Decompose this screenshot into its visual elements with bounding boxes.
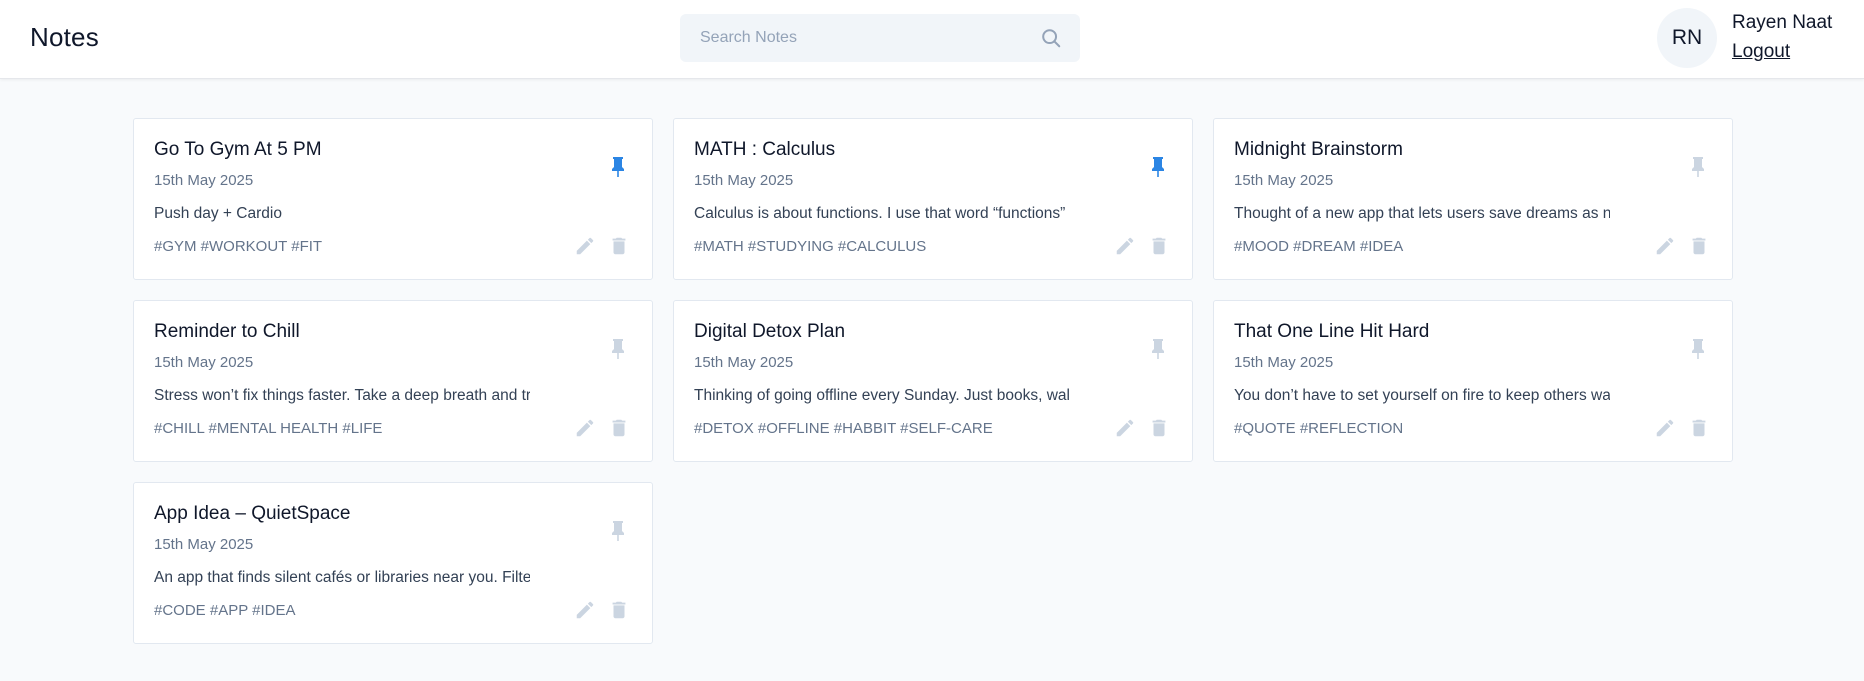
note-card[interactable]: MATH : Calculus 15th May 2025 Calculus is …	[673, 118, 1193, 280]
note-card[interactable]: Digital Detox Plan 15th May 2025 Thinking …	[673, 300, 1193, 462]
edit-icon[interactable]	[1114, 235, 1136, 257]
edit-icon[interactable]	[1654, 235, 1676, 257]
note-tags: #CODE #APP #IDEA	[154, 602, 296, 619]
note-content: Push day + Cardio	[154, 205, 282, 222]
pin-icon[interactable]	[1686, 337, 1710, 361]
note-content: Calculus is about functions. I use that …	[694, 205, 1070, 222]
note-tags: #MOOD #DREAM #IDEA	[1234, 238, 1404, 255]
note-date: 15th May 2025	[1234, 172, 1334, 189]
note-date: 15th May 2025	[1234, 354, 1334, 371]
top-navbar: Notes RN Rayen Naat Logout	[0, 0, 1864, 79]
note-tags: #DETOX #OFFLINE #HABBIT #SELF-CARE	[694, 420, 993, 437]
logout-link[interactable]: Logout	[1732, 41, 1790, 63]
user-name: Rayen Naat	[1732, 12, 1833, 33]
note-tags: #GYM #WORKOUT #FIT	[154, 238, 323, 255]
edit-icon[interactable]	[574, 599, 596, 621]
note-title: That One Line Hit Hard	[1234, 321, 1430, 342]
trash-icon[interactable]	[1688, 235, 1710, 257]
note-card[interactable]: Midnight Brainstorm 15th May 2025 Thought …	[1213, 118, 1733, 280]
note-date: 15th May 2025	[694, 354, 794, 371]
search-bar	[680, 14, 1080, 62]
edit-icon[interactable]	[1114, 417, 1136, 439]
note-title: Reminder to Chill	[154, 321, 300, 342]
pin-icon[interactable]	[606, 155, 630, 179]
trash-icon[interactable]	[1148, 417, 1170, 439]
pin-icon[interactable]	[1686, 155, 1710, 179]
note-title: Midnight Brainstorm	[1234, 139, 1403, 160]
note-date: 15th May 2025	[154, 354, 254, 371]
note-date: 15th May 2025	[694, 172, 794, 189]
note-title: MATH : Calculus	[694, 139, 836, 160]
trash-icon[interactable]	[1688, 417, 1710, 439]
note-card[interactable]: Reminder to Chill 15th May 2025 Stress won…	[133, 300, 653, 462]
note-date: 15th May 2025	[154, 172, 254, 189]
avatar[interactable]: RN	[1657, 8, 1717, 68]
note-date: 15th May 2025	[154, 536, 254, 553]
note-tags: #MATH #STUDYING #CALCULUS	[694, 238, 927, 255]
note-tags: #QUOTE #REFLECTION	[1234, 420, 1404, 437]
note-title: App Idea – QuietSpace	[154, 503, 351, 524]
pin-icon[interactable]	[1146, 337, 1170, 361]
pin-icon[interactable]	[1146, 155, 1170, 179]
pin-icon[interactable]	[606, 519, 630, 543]
trash-icon[interactable]	[608, 417, 630, 439]
edit-icon[interactable]	[1654, 417, 1676, 439]
trash-icon[interactable]	[608, 599, 630, 621]
app-title: Notes	[30, 22, 99, 52]
note-title: Digital Detox Plan	[694, 321, 846, 342]
edit-icon[interactable]	[574, 417, 596, 439]
note-content: You don’t have to set yourself on fire t…	[1234, 387, 1610, 404]
note-content: Thinking of going offline every Sunday. …	[694, 387, 1070, 404]
trash-icon[interactable]	[608, 235, 630, 257]
search-icon[interactable]	[1040, 27, 1062, 49]
note-content: Stress won’t fix things faster. Take a d…	[154, 387, 530, 404]
note-card[interactable]: App Idea – QuietSpace 15th May 2025 An app…	[133, 482, 653, 644]
note-content: An app that finds silent cafés or librar…	[154, 569, 530, 586]
note-card[interactable]: Go To Gym At 5 PM 15th May 2025 Push day +…	[133, 118, 653, 280]
note-title: Go To Gym At 5 PM	[154, 139, 322, 160]
note-content: Thought of a new app that lets users sav…	[1234, 205, 1610, 222]
trash-icon[interactable]	[1148, 235, 1170, 257]
note-tags: #CHILL #MENTAL HEALTH #LIFE	[154, 420, 383, 437]
note-card[interactable]: That One Line Hit Hard 15th May 2025 You d…	[1213, 300, 1733, 462]
edit-icon[interactable]	[574, 235, 596, 257]
search-input[interactable]	[680, 14, 1020, 62]
pin-icon[interactable]	[606, 337, 630, 361]
